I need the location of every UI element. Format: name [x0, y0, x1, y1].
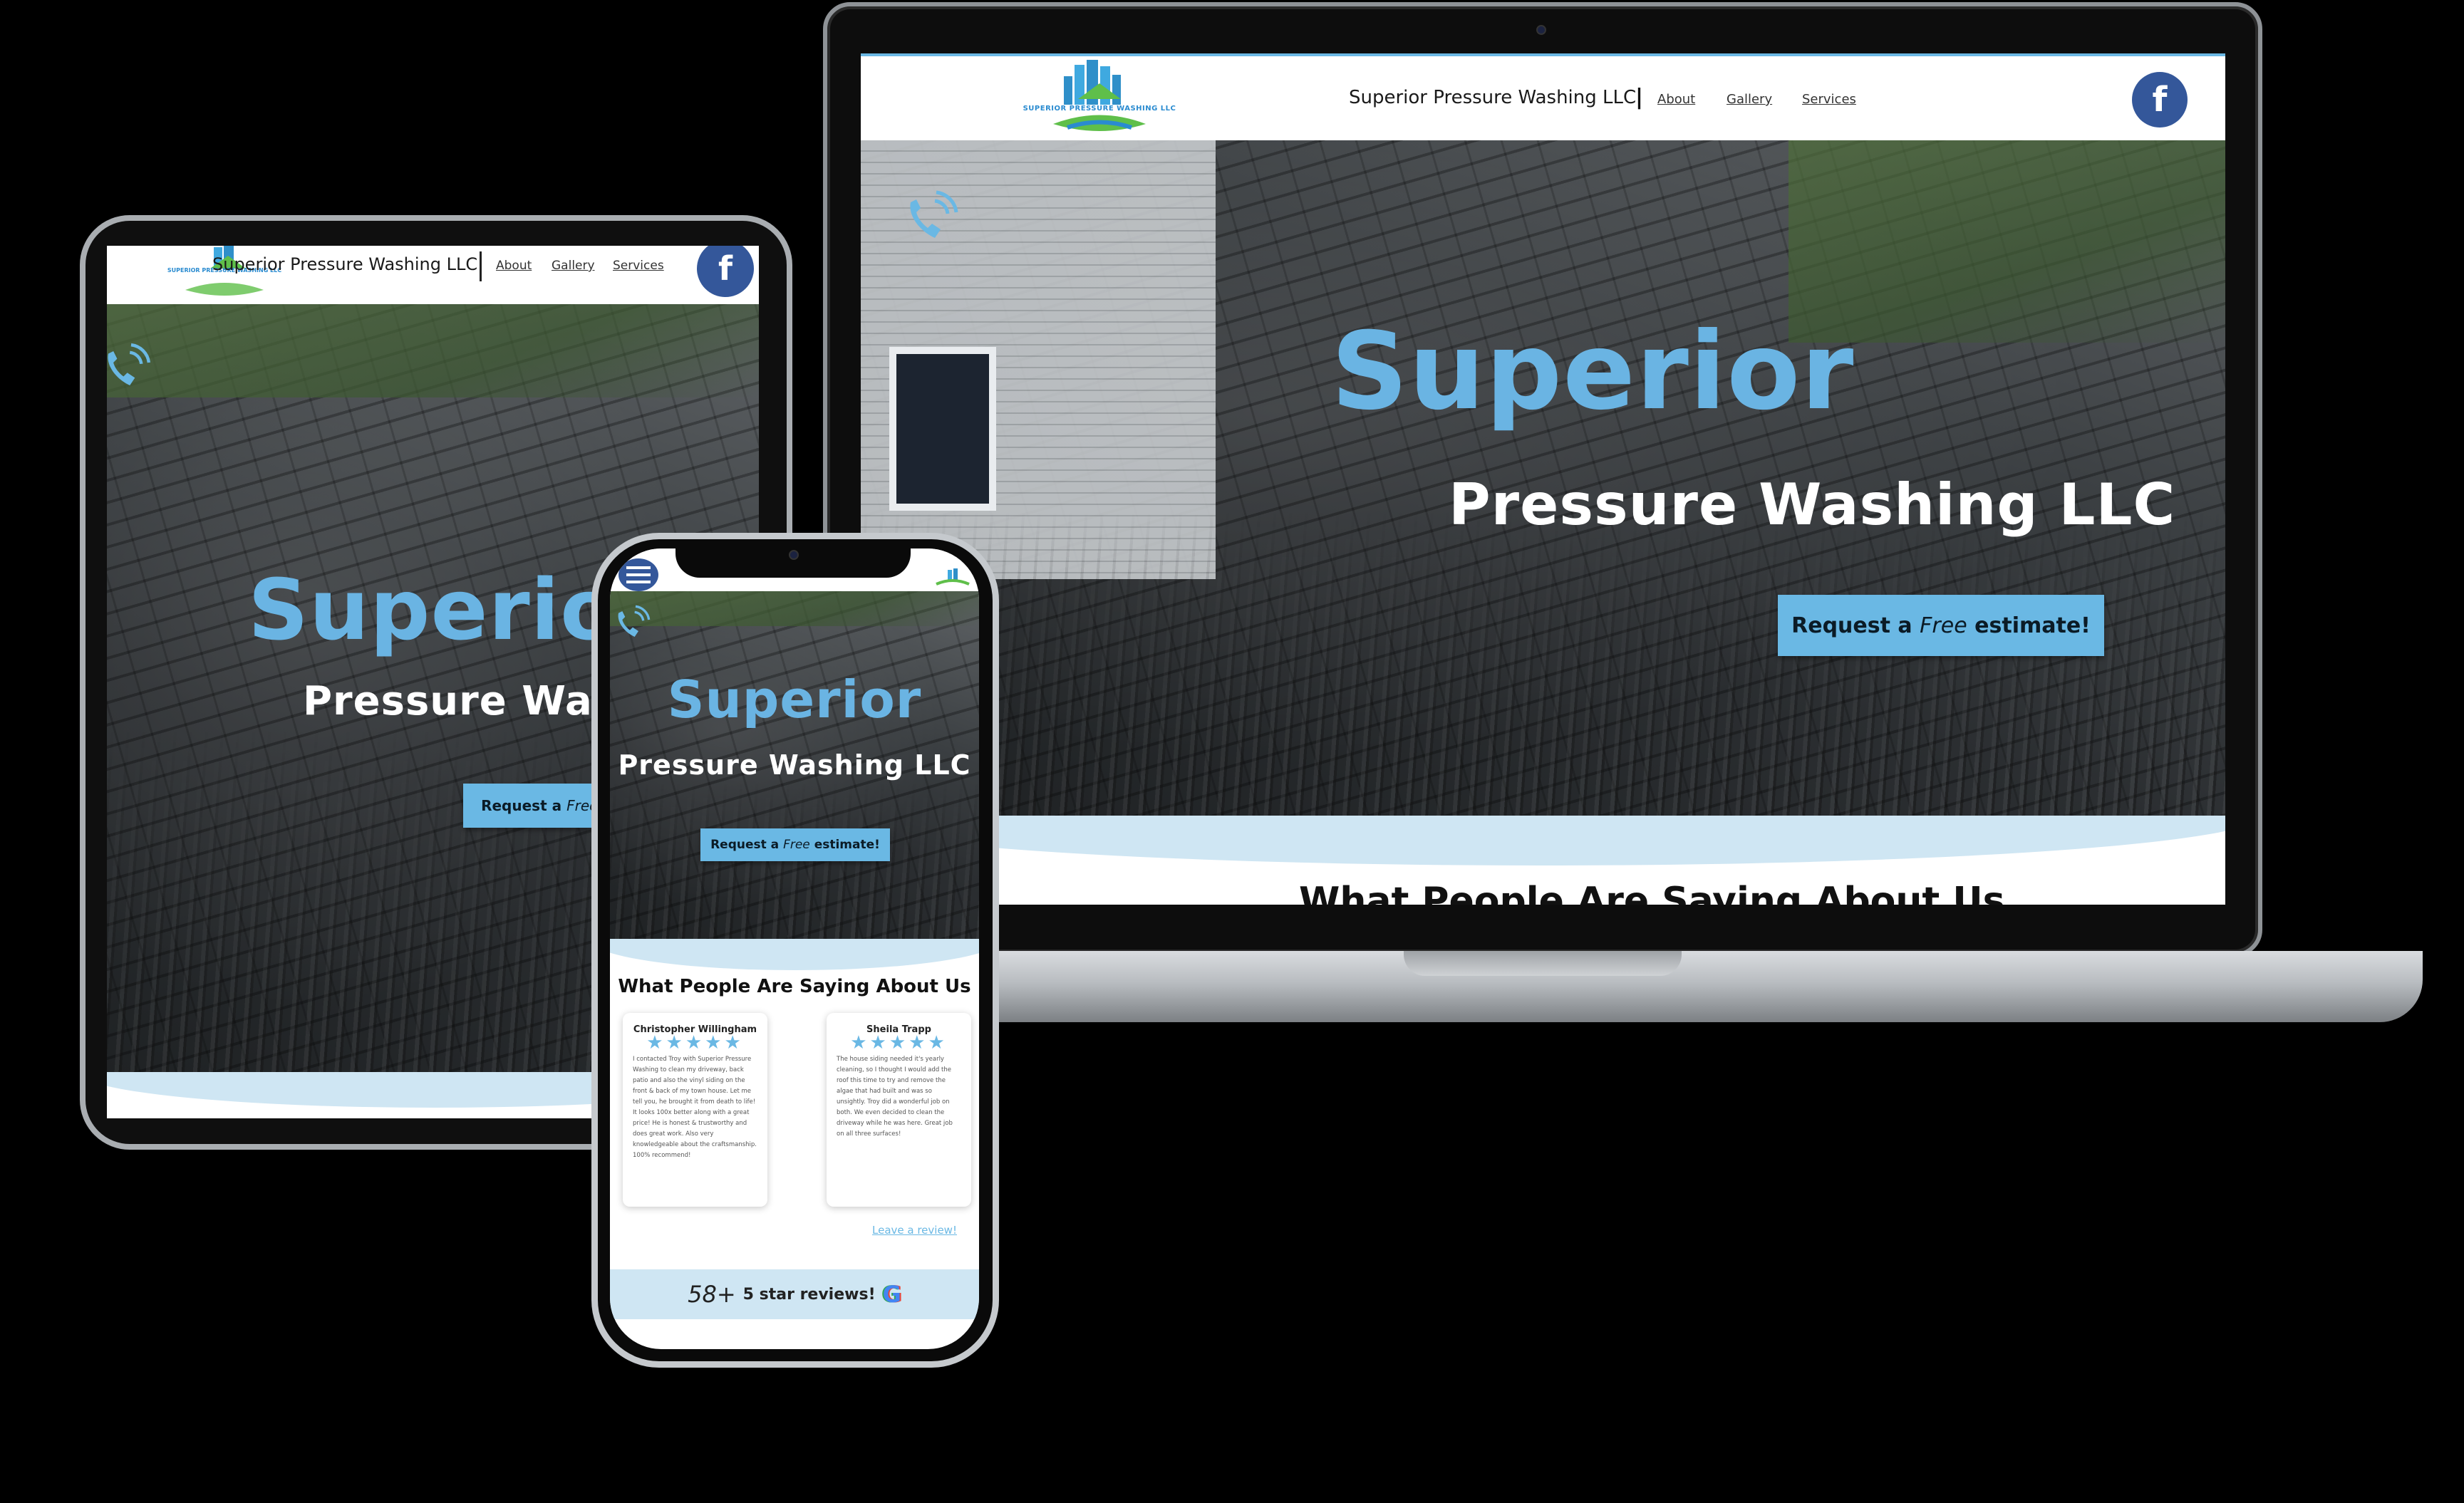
- phone-screen: Superior Pressure Washing LLC Request a …: [610, 548, 979, 1349]
- google-icon: G: [882, 1281, 901, 1308]
- cta-emphasis: Free: [1920, 613, 1967, 638]
- reviews-heading-cutoff: What People Are Saying About Us: [1299, 880, 2005, 905]
- cta-prefix: Request a: [1791, 613, 1912, 638]
- cta-emphasis: Free: [783, 838, 810, 852]
- request-estimate-button[interactable]: Request a Free estimate!: [1778, 595, 2104, 656]
- cta-prefix: Request a: [710, 838, 780, 852]
- phone-icon[interactable]: [898, 187, 962, 251]
- hero-subtitle: Pressure Washing LLC: [618, 749, 971, 781]
- phone-icon[interactable]: [107, 340, 154, 397]
- review-text: The house siding needed it's yearly clea…: [837, 1056, 953, 1138]
- nav-link-services[interactable]: Services: [1802, 92, 1856, 107]
- review-card: Christopher Willingham ★★★★★ I contacted…: [623, 1013, 767, 1207]
- reviews-heading: What People Are Saying About Us: [618, 976, 971, 997]
- section-wave: [861, 816, 2225, 865]
- hero-banner: Superior Pressure Washing LLC Request a …: [610, 591, 979, 940]
- phone-camera: [789, 550, 799, 560]
- facebook-icon[interactable]: f: [2132, 72, 2188, 128]
- roof-streaks: [610, 783, 979, 940]
- hero-title: Superior: [667, 670, 922, 729]
- leave-review-link[interactable]: Leave a review!: [872, 1224, 957, 1237]
- review-count-label: 5 star reviews!: [742, 1285, 876, 1304]
- review-count-bar: 58+ 5 star reviews! G: [610, 1269, 979, 1319]
- cta-prefix: Request a: [481, 797, 562, 814]
- nav-separator: [480, 251, 482, 281]
- site-title: Superior Pressure Washing LLC: [212, 254, 478, 274]
- site-title: Superior Pressure Washing LLC: [1349, 87, 1637, 108]
- hero-title: Superior: [1331, 310, 1855, 434]
- logo[interactable]: SUPERIOR PRESSURE WASHING LLC: [1010, 56, 1189, 140]
- laptop-screen: SUPERIOR PRESSURE WASHING LLC Superior P…: [861, 53, 2225, 905]
- request-estimate-button[interactable]: Request a Free estimate!: [700, 828, 890, 861]
- site-header: SUPERIOR PRESSURE WASHING LLC Superior P…: [861, 56, 2225, 140]
- house-window: [889, 347, 996, 511]
- nav-link-gallery[interactable]: Gallery: [552, 259, 595, 273]
- roof-streaks: [861, 511, 2225, 816]
- nav-link-about[interactable]: About: [496, 259, 532, 273]
- laptop-trackpad-lip: [1404, 951, 1682, 976]
- review-card: Sheila Trapp ★★★★★ The house siding need…: [827, 1013, 971, 1207]
- nav-link-about[interactable]: About: [1657, 92, 1695, 107]
- nav-link-services[interactable]: Services: [613, 259, 664, 273]
- review-count-number: 58+: [688, 1281, 736, 1308]
- laptop-camera: [1536, 25, 1546, 35]
- review-text: I contacted Troy with Superior Pressure …: [633, 1056, 757, 1159]
- logo-mark-icon: [1053, 60, 1146, 131]
- star-rating-icon: ★★★★★: [850, 1032, 948, 1054]
- logo-text: SUPERIOR PRESSURE WASHING LLC: [1023, 105, 1176, 113]
- hamburger-menu-icon[interactable]: [618, 558, 658, 591]
- nav-separator: |: [1635, 85, 1643, 110]
- cta-suffix: estimate!: [814, 838, 880, 852]
- cta-suffix: estimate!: [1974, 613, 2091, 638]
- logo-mark-icon[interactable]: [932, 567, 973, 588]
- phone-icon[interactable]: [610, 603, 653, 645]
- star-rating-icon: ★★★★★: [646, 1032, 744, 1054]
- hero-subtitle: Pressure Washing LLC: [1449, 472, 2176, 538]
- section-wave: [610, 939, 979, 970]
- lawn: [610, 591, 979, 626]
- site-header: SUPERIOR PRESSURE WASHING LLC Superior P…: [107, 246, 759, 304]
- nav-link-gallery[interactable]: Gallery: [1727, 92, 1772, 107]
- hero-banner: Superior Pressure Washing LLC Request a …: [861, 140, 2225, 816]
- facebook-icon[interactable]: f: [697, 246, 754, 297]
- lawn: [107, 304, 759, 397]
